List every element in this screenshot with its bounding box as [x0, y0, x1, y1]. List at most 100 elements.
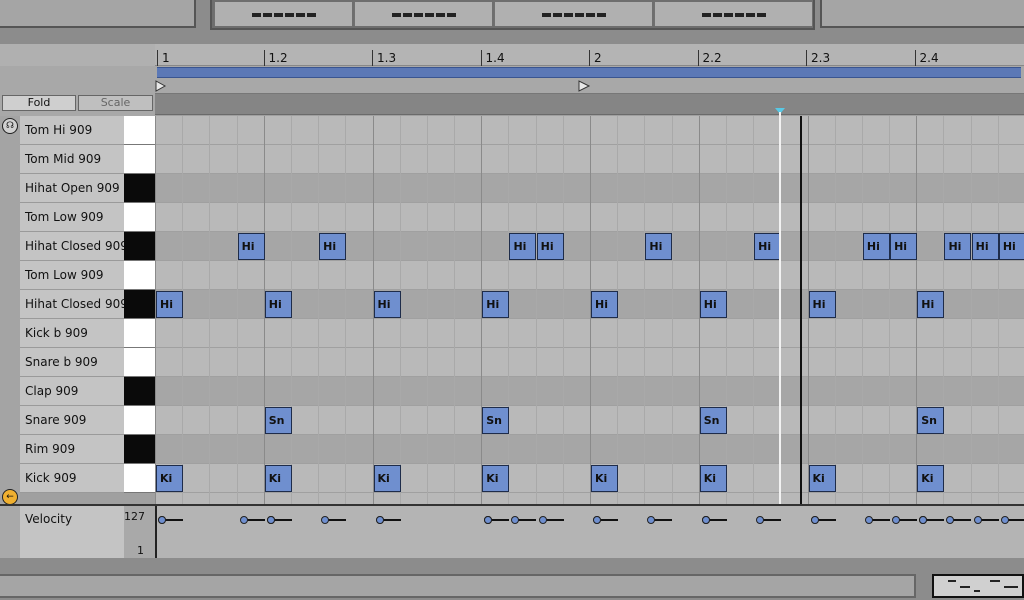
fold-button[interactable]: Fold — [2, 95, 76, 111]
white-key[interactable] — [124, 261, 155, 290]
white-key[interactable] — [124, 406, 155, 435]
black-key[interactable] — [124, 290, 155, 319]
velocity-min: 1 — [137, 544, 144, 557]
velocity-handle[interactable] — [239, 516, 248, 524]
midi-note[interactable]: Sn — [482, 407, 510, 434]
note-grid[interactable]: Hi Hi Hi Hi Hi Hi Hi Hi Hi Hi Hi Hi Hi Hi Hi Hi Hi Hi Hi Sn… — [155, 116, 1024, 504]
velocity-handle[interactable] — [375, 516, 384, 524]
midi-note[interactable]: Hi — [536, 233, 564, 260]
velocity-handle[interactable] — [810, 516, 819, 524]
ruler-corner — [0, 44, 155, 66]
midi-note[interactable]: Hi — [699, 291, 727, 318]
lane-label[interactable]: Tom Mid 909 — [20, 145, 124, 174]
beat-ruler[interactable]: 1 1.2 1.3 1.4 2 2.2 2.3 2.4 — [155, 44, 1024, 66]
lane-label[interactable]: Kick 909 — [20, 464, 124, 493]
velocity-handle[interactable] — [1000, 516, 1009, 524]
velocity-handle[interactable] — [593, 516, 601, 524]
velocity-handle[interactable] — [484, 516, 493, 524]
velocity-handle[interactable] — [538, 516, 547, 524]
lane-label[interactable]: Snare b 909 — [20, 348, 124, 377]
midi-note[interactable]: Hi — [944, 233, 972, 260]
midi-note[interactable]: Hi — [591, 291, 618, 318]
headphones-icon[interactable]: ☊ — [2, 118, 18, 134]
velocity-handle[interactable] — [756, 516, 765, 524]
black-key[interactable] — [124, 435, 155, 464]
marker-row[interactable] — [155, 80, 1024, 93]
velocity-handle[interactable] — [946, 516, 955, 524]
clip-overview[interactable] — [932, 574, 1024, 598]
scale-button[interactable]: Scale — [78, 95, 153, 111]
midi-note[interactable]: Hi — [645, 233, 673, 260]
velocity-handle[interactable] — [321, 516, 330, 524]
midi-note[interactable]: Hi — [971, 233, 999, 260]
black-key[interactable] — [124, 174, 155, 203]
midi-note[interactable]: Sn — [917, 407, 945, 434]
top-right-panel — [820, 0, 1024, 28]
midi-note[interactable]: Hi — [890, 233, 918, 260]
velocity-handle[interactable] — [701, 516, 710, 524]
midi-note[interactable]: Sn — [264, 407, 292, 434]
midi-note[interactable]: Hi — [808, 291, 836, 318]
clip-slot-1[interactable] — [214, 2, 352, 26]
velocity-handle[interactable] — [266, 516, 275, 524]
velocity-handle[interactable] — [158, 516, 166, 524]
velocity-handle[interactable] — [864, 516, 873, 524]
midi-note[interactable]: Ki — [482, 465, 510, 492]
clip-slot-4[interactable] — [654, 2, 812, 26]
white-key[interactable] — [124, 464, 155, 493]
black-key[interactable] — [124, 232, 155, 261]
midi-note[interactable]: Ki — [264, 465, 292, 492]
velocity-handle[interactable] — [973, 516, 982, 524]
bar-tick — [806, 50, 807, 66]
lane-label[interactable]: Kick b 909 — [20, 319, 124, 348]
midi-note[interactable]: Hi — [482, 291, 510, 318]
midi-note[interactable]: Hi — [156, 291, 183, 318]
lane-label[interactable]: Tom Low 909 — [20, 261, 124, 290]
velocity-editor[interactable] — [155, 506, 1024, 558]
velocity-handle[interactable] — [647, 516, 656, 524]
velocity-handle[interactable] — [511, 516, 520, 524]
midi-note[interactable]: Ki — [808, 465, 836, 492]
midi-note[interactable]: Ki — [699, 465, 727, 492]
scrub-strip[interactable] — [155, 93, 1024, 115]
white-key[interactable] — [124, 319, 155, 348]
midi-note[interactable]: Ki — [156, 465, 183, 492]
lane-label[interactable]: Hihat Closed 909 — [20, 232, 124, 261]
midi-note[interactable]: Hi — [237, 233, 265, 260]
lane-label[interactable]: Hihat Open 909 — [20, 174, 124, 203]
black-key[interactable] — [124, 377, 155, 406]
clip-slot-3[interactable] — [494, 2, 652, 26]
white-key[interactable] — [124, 116, 155, 145]
loop-brace[interactable] — [157, 67, 1021, 78]
midi-note[interactable]: Sn — [699, 407, 727, 434]
midi-note[interactable]: Hi — [998, 233, 1024, 260]
velocity-label-box: Velocity — [20, 506, 124, 558]
midi-note[interactable]: Hi — [862, 233, 890, 260]
lane-label[interactable]: Snare 909 — [20, 406, 124, 435]
lane-label[interactable]: Tom Hi 909 — [20, 116, 124, 145]
white-key[interactable] — [124, 145, 155, 174]
velocity-handle[interactable] — [919, 516, 928, 524]
midi-note[interactable]: Hi — [917, 291, 945, 318]
white-key[interactable] — [124, 348, 155, 377]
lane-label[interactable]: Hihat Closed 909 — [20, 290, 124, 319]
midi-note[interactable]: Hi — [373, 291, 401, 318]
lane-label[interactable]: Clap 909 — [20, 377, 124, 406]
midi-note[interactable]: Hi — [509, 233, 537, 260]
fold-arrow-icon[interactable]: ← — [2, 489, 18, 505]
lane-label[interactable]: Rim 909 — [20, 435, 124, 464]
velocity-handle[interactable] — [892, 516, 901, 524]
playhead — [779, 112, 781, 557]
bar-tick — [914, 50, 916, 66]
midi-note[interactable]: Ki — [917, 465, 945, 492]
grid-line — [318, 116, 320, 504]
white-key[interactable] — [124, 203, 155, 232]
lane-label[interactable]: Tom Low 909 — [20, 203, 124, 232]
clip-slot-2[interactable] — [354, 2, 492, 26]
midi-note[interactable]: Ki — [591, 465, 618, 492]
end-marker-icon — [578, 80, 591, 92]
midi-note[interactable]: Hi — [264, 291, 292, 318]
midi-note[interactable]: Ki — [373, 465, 401, 492]
midi-note[interactable]: Hi — [319, 233, 347, 260]
midi-note[interactable]: Hi — [754, 233, 782, 260]
